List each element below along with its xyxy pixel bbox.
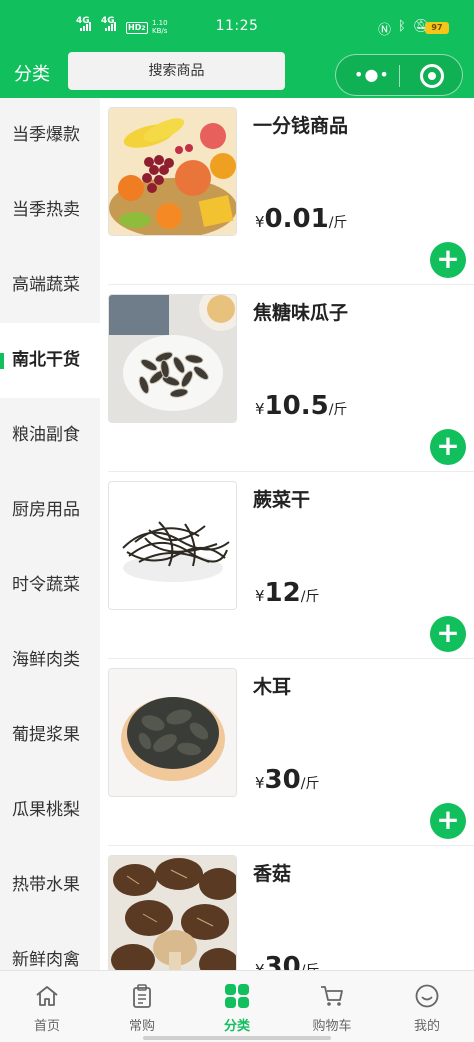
smile-icon xyxy=(415,984,439,1008)
battery-icon: 97 xyxy=(425,22,449,34)
status-bar: 4G 4G HD2 1.10 KB/s 11:25 Ⓝ ᛒ 🔕︎ 97 xyxy=(0,0,474,46)
sidebar-item[interactable]: 葡提浆果 xyxy=(0,698,100,773)
sidebar-item[interactable]: 瓜果桃梨 xyxy=(0,773,100,848)
product-card[interactable]: 香菇 ¥30/斤 + xyxy=(100,846,474,970)
sidebar-item[interactable]: 当季爆款 xyxy=(0,98,100,173)
product-name: 焦糖味瓜子 xyxy=(253,302,349,324)
product-name: 木耳 xyxy=(253,676,292,698)
tab-label: 首页 xyxy=(33,1019,60,1034)
nfc-icon: Ⓝ xyxy=(378,23,392,38)
sidebar-item[interactable]: 时令蔬菜 xyxy=(0,548,100,623)
tab-category[interactable]: 分类 xyxy=(190,971,284,1042)
tab-frequent[interactable]: 常购 xyxy=(95,971,189,1042)
tab-home[interactable]: 首页 xyxy=(0,971,94,1042)
miniapp-capsule: •●• xyxy=(335,54,463,96)
add-to-cart-button[interactable]: + xyxy=(430,242,466,278)
add-to-cart-button[interactable]: + xyxy=(430,803,466,839)
sidebar-item[interactable]: 高端蔬菜 xyxy=(0,248,100,323)
tab-label: 常购 xyxy=(128,1019,155,1034)
product-price: ¥10.5/斤 xyxy=(255,391,348,421)
bluetooth-icon: ᛒ xyxy=(398,19,406,34)
bottom-tab-bar: 首页 常购 分类 购物车 我的 xyxy=(0,970,474,1042)
product-name: 一分钱商品 xyxy=(253,115,349,137)
sidebar-item-active[interactable]: 南北干货 xyxy=(0,323,100,398)
product-price: ¥0.01/斤 xyxy=(255,204,348,234)
tab-cart[interactable]: 购物车 xyxy=(285,971,379,1042)
cart-icon xyxy=(321,986,343,1006)
sidebar-item[interactable]: 厨房用品 xyxy=(0,473,100,548)
product-list: 一分钱商品 ¥0.01/斤 + 焦糖味瓜子 ¥10.5/斤 + 蕨菜干 ¥12/… xyxy=(100,98,474,970)
plus-icon: + xyxy=(436,616,460,649)
sidebar-item[interactable]: 热带水果 xyxy=(0,848,100,923)
top-bar: 4G 4G HD2 1.10 KB/s 11:25 Ⓝ ᛒ 🔕︎ 97 分类 搜索… xyxy=(0,0,474,98)
plus-icon: + xyxy=(436,242,460,275)
tab-mine[interactable]: 我的 xyxy=(380,971,474,1042)
product-card[interactable]: 焦糖味瓜子 ¥10.5/斤 + xyxy=(100,285,474,472)
sidebar-item[interactable]: 当季热卖 xyxy=(0,173,100,248)
product-image-sunflower-seeds[interactable] xyxy=(108,294,237,423)
tab-label: 分类 xyxy=(223,1019,250,1034)
sidebar-item[interactable]: 海鲜肉类 xyxy=(0,623,100,698)
home-icon xyxy=(36,986,58,1006)
product-price: ¥12/斤 xyxy=(255,578,320,608)
capsule-divider xyxy=(399,65,400,87)
product-card[interactable]: 蕨菜干 ¥12/斤 + xyxy=(100,472,474,659)
product-name: 香菇 xyxy=(253,863,292,885)
product-image-dried-fern[interactable] xyxy=(108,481,237,610)
product-price: ¥30/斤 xyxy=(255,765,320,795)
plus-icon: + xyxy=(436,429,460,462)
category-sidebar: 当季爆款 当季热卖 高端蔬菜 南北干货 粮油副食 厨房用品 时令蔬菜 海鲜肉类 … xyxy=(0,98,100,970)
target-icon[interactable] xyxy=(420,64,444,88)
add-to-cart-button[interactable]: + xyxy=(430,429,466,465)
grid-icon xyxy=(225,984,249,1008)
page-title: 分类 xyxy=(14,64,50,85)
product-card[interactable]: 一分钱商品 ¥0.01/斤 + xyxy=(100,98,474,285)
product-card[interactable]: 木耳 ¥30/斤 + xyxy=(100,659,474,846)
plus-icon: + xyxy=(436,803,460,836)
product-image-wood-ear-fungus[interactable] xyxy=(108,668,237,797)
status-icons: Ⓝ ᛒ 🔕︎ xyxy=(378,19,429,38)
sidebar-item[interactable]: 粮油副食 xyxy=(0,398,100,473)
search-input[interactable]: 搜索商品 xyxy=(68,52,285,90)
more-dots-icon[interactable]: •●• xyxy=(354,67,390,83)
add-to-cart-button[interactable]: + xyxy=(430,616,466,652)
product-name: 蕨菜干 xyxy=(253,489,311,511)
sidebar-item[interactable]: 新鲜肉禽 xyxy=(0,923,100,970)
tab-label: 购物车 xyxy=(312,1019,352,1034)
product-image-shiitake-mushroom[interactable] xyxy=(108,855,237,970)
home-indicator[interactable] xyxy=(143,1036,331,1040)
tab-label: 我的 xyxy=(413,1019,440,1034)
product-image-fruit-basket[interactable] xyxy=(108,107,237,236)
clipboard-icon xyxy=(133,984,151,1008)
product-price: ¥30/斤 xyxy=(255,952,319,970)
